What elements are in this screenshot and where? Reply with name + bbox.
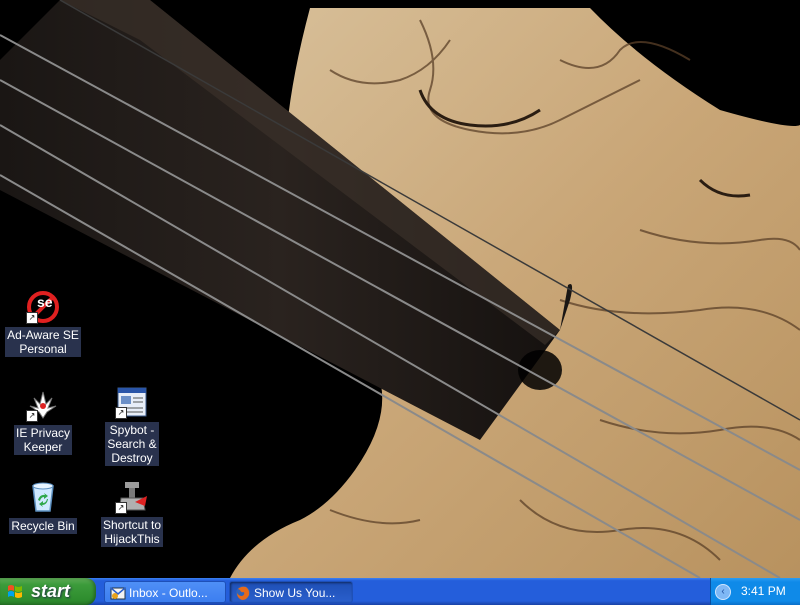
recycle-bin-icon: [26, 480, 60, 514]
desktop-icon-ie-privacy-keeper[interactable]: ↗ IE Privacy Keeper: [3, 388, 83, 456]
desktop-icon-label: Spybot - Search & Destroy: [105, 422, 159, 466]
desktop-icon-label: Shortcut to HijackThis: [100, 517, 164, 547]
spybot-icon: ↗: [115, 385, 149, 419]
ad-aware-badge-text: se: [37, 294, 53, 310]
desktop-icon-recycle-bin[interactable]: Recycle Bin: [3, 480, 83, 535]
hijackthis-icon: ↗: [115, 480, 149, 514]
taskbar-button-label: Show Us You...: [254, 586, 336, 600]
desktop-icon-label: Ad-Aware SE Personal: [5, 327, 81, 357]
taskbar-button-inbox-outlook[interactable]: Inbox - Outlo...: [104, 581, 226, 603]
firefox-icon: [236, 586, 250, 600]
desktop-icon-ad-aware[interactable]: se ↗ Ad-Aware SE Personal: [3, 290, 83, 358]
start-button[interactable]: start: [0, 578, 96, 605]
taskbar-button-label: Inbox - Outlo...: [129, 586, 208, 600]
desktop-icon-label: Recycle Bin: [9, 518, 77, 534]
taskbar: start Inbox - Outlo... Show Us You... ‹ …: [0, 578, 800, 605]
desktop-icon-label: IE Privacy Keeper: [13, 425, 72, 455]
ad-aware-icon: se ↗: [26, 290, 60, 324]
taskbar-button-show-us-you[interactable]: Show Us You...: [229, 581, 353, 603]
shortcut-arrow-icon: ↗: [26, 410, 38, 422]
system-tray: ‹ 3:41 PM: [710, 578, 800, 605]
clock[interactable]: 3:41 PM: [741, 584, 786, 598]
show-hidden-icons-button[interactable]: ‹: [715, 584, 731, 600]
start-label: start: [31, 581, 71, 601]
ie-privacy-keeper-icon: ↗: [26, 388, 60, 422]
outlook-icon: [110, 587, 126, 600]
desktop-icon-hijackthis[interactable]: ↗ Shortcut to HijackThis: [92, 480, 172, 548]
shortcut-arrow-icon: ↗: [26, 312, 38, 324]
windows-logo-icon: [8, 585, 22, 598]
shortcut-arrow-icon: ↗: [115, 502, 127, 514]
desktop-icon-spybot[interactable]: ↗ Spybot - Search & Destroy: [92, 385, 172, 467]
shortcut-arrow-icon: ↗: [115, 407, 127, 419]
